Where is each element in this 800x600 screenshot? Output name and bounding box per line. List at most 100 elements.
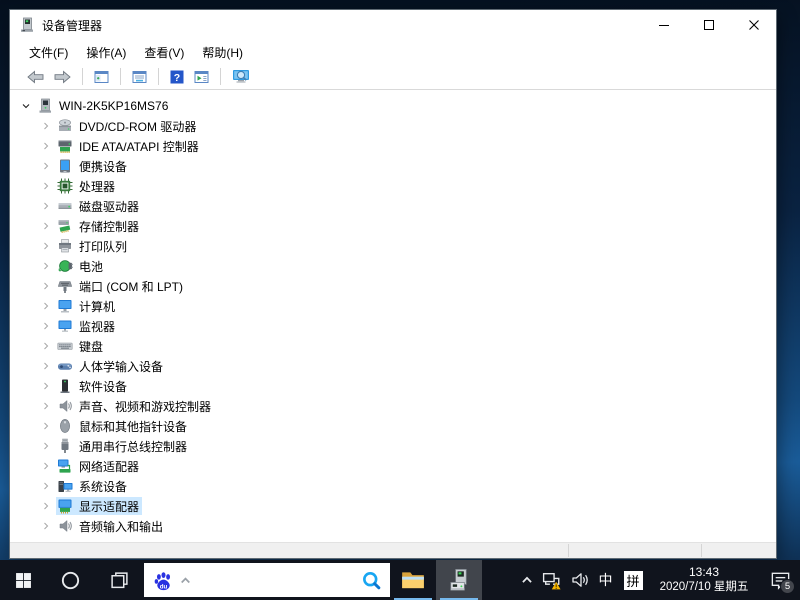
chevron-right-icon[interactable] bbox=[38, 358, 54, 374]
chevron-right-icon[interactable] bbox=[38, 178, 54, 194]
titlebar[interactable]: 设备管理器 bbox=[10, 10, 776, 40]
properties-button[interactable] bbox=[127, 67, 152, 87]
help-button[interactable]: ? bbox=[165, 67, 189, 87]
tree-item-content[interactable]: 键盘 bbox=[56, 337, 106, 355]
tree-item-content[interactable]: 端口 (COM 和 LPT) bbox=[56, 277, 186, 295]
chevron-right-icon[interactable] bbox=[38, 378, 54, 394]
tree-item-content[interactable]: 显示适配器 bbox=[56, 497, 142, 515]
chevron-right-icon[interactable] bbox=[38, 198, 54, 214]
chevron-up-icon[interactable] bbox=[179, 574, 192, 587]
maximize-button[interactable] bbox=[686, 10, 731, 40]
chevron-right-icon[interactable] bbox=[38, 478, 54, 494]
chevron-right-icon[interactable] bbox=[38, 438, 54, 454]
device-manager-window: 设备管理器 文件(F) 操作(A) 查看(V) 帮助(H) ? WIN-2K5K… bbox=[10, 10, 776, 558]
tree-item-content[interactable]: 存储控制器 bbox=[56, 217, 142, 235]
tree-item-content[interactable]: 软件设备 bbox=[56, 377, 130, 395]
tree-item-content[interactable]: IDE ATA/ATAPI 控制器 bbox=[56, 137, 202, 155]
search-input[interactable] bbox=[198, 563, 361, 597]
tree-item-storage-controllers[interactable]: 存储控制器 bbox=[10, 216, 776, 236]
ime-language-button[interactable]: 中 bbox=[593, 560, 618, 600]
tree-item-disk-drives[interactable]: 磁盘驱动器 bbox=[10, 196, 776, 216]
action-center-button[interactable]: 5 bbox=[760, 560, 800, 600]
menu-file[interactable]: 文件(F) bbox=[20, 41, 77, 64]
tree-item-content[interactable]: DVD/CD-ROM 驱动器 bbox=[56, 117, 199, 135]
chevron-down-icon[interactable] bbox=[18, 98, 34, 114]
tree-item-ide-ata-atapi[interactable]: IDE ATA/ATAPI 控制器 bbox=[10, 136, 776, 156]
taskbar-clock[interactable]: 13:43 2020/7/10 星期五 bbox=[648, 560, 760, 600]
menu-view[interactable]: 查看(V) bbox=[135, 41, 193, 64]
tree-item-root[interactable]: WIN-2K5KP16MS76 bbox=[10, 96, 776, 116]
chevron-right-icon[interactable] bbox=[38, 238, 54, 254]
cortana-button[interactable] bbox=[46, 560, 94, 600]
close-button[interactable] bbox=[731, 10, 776, 40]
chevron-right-icon[interactable] bbox=[38, 498, 54, 514]
action-pane-button[interactable] bbox=[189, 67, 214, 87]
tree-item-mice[interactable]: 鼠标和其他指针设备 bbox=[10, 416, 776, 436]
back-button[interactable] bbox=[22, 67, 49, 87]
chevron-right-icon[interactable] bbox=[38, 398, 54, 414]
tree-item-batteries[interactable]: 电池 bbox=[10, 256, 776, 276]
tree-item-display-adapters[interactable]: 显示适配器 bbox=[10, 496, 776, 516]
tree-item-hid[interactable]: 人体学输入设备 bbox=[10, 356, 776, 376]
baidu-paw-icon[interactable]: du bbox=[152, 569, 175, 592]
chevron-right-icon[interactable] bbox=[38, 218, 54, 234]
tree-item-portable-devices[interactable]: 便携设备 bbox=[10, 156, 776, 176]
baidu-search-icon[interactable] bbox=[361, 570, 382, 591]
tree-item-content[interactable]: WIN-2K5KP16MS76 bbox=[36, 97, 171, 115]
tree-item-software-devices[interactable]: 软件设备 bbox=[10, 376, 776, 396]
tree-item-sound-video-game[interactable]: 声音、视频和游戏控制器 bbox=[10, 396, 776, 416]
tree-item-content[interactable]: 鼠标和其他指针设备 bbox=[56, 417, 190, 435]
tree-item-content[interactable]: 监视器 bbox=[56, 317, 118, 335]
start-button[interactable] bbox=[0, 560, 46, 600]
tree-item-audio-inputs-outputs[interactable]: 音频输入和输出 bbox=[10, 516, 776, 536]
tree-item-content[interactable]: 声音、视频和游戏控制器 bbox=[56, 397, 214, 415]
taskbar-search-box[interactable]: du bbox=[144, 563, 390, 597]
tree-item-content[interactable]: 计算机 bbox=[56, 297, 118, 315]
chevron-right-icon[interactable] bbox=[38, 118, 54, 134]
tree-item-system-devices[interactable]: 系统设备 bbox=[10, 476, 776, 496]
minimize-button[interactable] bbox=[641, 10, 686, 40]
scan-hardware-button[interactable] bbox=[227, 66, 255, 87]
chevron-right-icon[interactable] bbox=[38, 338, 54, 354]
network-status-button[interactable] bbox=[539, 560, 566, 600]
chevron-right-icon[interactable] bbox=[38, 418, 54, 434]
tree-item-content[interactable]: 系统设备 bbox=[56, 477, 130, 495]
tree-item-content[interactable]: 打印队列 bbox=[56, 237, 130, 255]
tree-item-computer[interactable]: 计算机 bbox=[10, 296, 776, 316]
tree-item-content[interactable]: 电池 bbox=[56, 257, 106, 275]
chevron-right-icon[interactable] bbox=[38, 138, 54, 154]
clock-date: 2020/7/10 星期五 bbox=[660, 580, 749, 594]
tree-item-content[interactable]: 人体学输入设备 bbox=[56, 357, 166, 375]
menu-action[interactable]: 操作(A) bbox=[77, 41, 135, 64]
chevron-right-icon[interactable] bbox=[38, 298, 54, 314]
tree-item-usb-controllers[interactable]: 通用串行总线控制器 bbox=[10, 436, 776, 456]
chevron-right-icon[interactable] bbox=[38, 318, 54, 334]
tree-item-content[interactable]: 便携设备 bbox=[56, 157, 130, 175]
tree-item-content[interactable]: 网络适配器 bbox=[56, 457, 142, 475]
menu-help[interactable]: 帮助(H) bbox=[193, 41, 252, 64]
tree-item-print-queues[interactable]: 打印队列 bbox=[10, 236, 776, 256]
tree-item-content[interactable]: 处理器 bbox=[56, 177, 118, 195]
chevron-right-icon[interactable] bbox=[38, 258, 54, 274]
taskbar-device-manager-button[interactable] bbox=[436, 560, 482, 600]
tray-expand-button[interactable] bbox=[515, 560, 539, 600]
tree-item-content[interactable]: 通用串行总线控制器 bbox=[56, 437, 190, 455]
tree-item-content[interactable]: 音频输入和输出 bbox=[56, 517, 166, 535]
chevron-right-icon[interactable] bbox=[38, 458, 54, 474]
tree-item-network-adapters[interactable]: 网络适配器 bbox=[10, 456, 776, 476]
tree-item-processors[interactable]: 处理器 bbox=[10, 176, 776, 196]
ime-mode-button[interactable]: 拼 bbox=[618, 560, 648, 600]
tree-item-ports-com-lpt[interactable]: 端口 (COM 和 LPT) bbox=[10, 276, 776, 296]
tree-item-content[interactable]: 磁盘驱动器 bbox=[56, 197, 142, 215]
task-view-button[interactable] bbox=[94, 560, 144, 600]
forward-button[interactable] bbox=[49, 67, 76, 87]
taskbar-file-explorer-button[interactable] bbox=[390, 560, 436, 600]
volume-button[interactable] bbox=[566, 560, 593, 600]
tree-item-monitors[interactable]: 监视器 bbox=[10, 316, 776, 336]
chevron-right-icon[interactable] bbox=[38, 158, 54, 174]
tree-item-dvd-cdrom[interactable]: DVD/CD-ROM 驱动器 bbox=[10, 116, 776, 136]
chevron-right-icon[interactable] bbox=[38, 518, 54, 534]
tree-item-keyboards[interactable]: 键盘 bbox=[10, 336, 776, 356]
show-console-tree-button[interactable] bbox=[89, 67, 114, 87]
chevron-right-icon[interactable] bbox=[38, 278, 54, 294]
